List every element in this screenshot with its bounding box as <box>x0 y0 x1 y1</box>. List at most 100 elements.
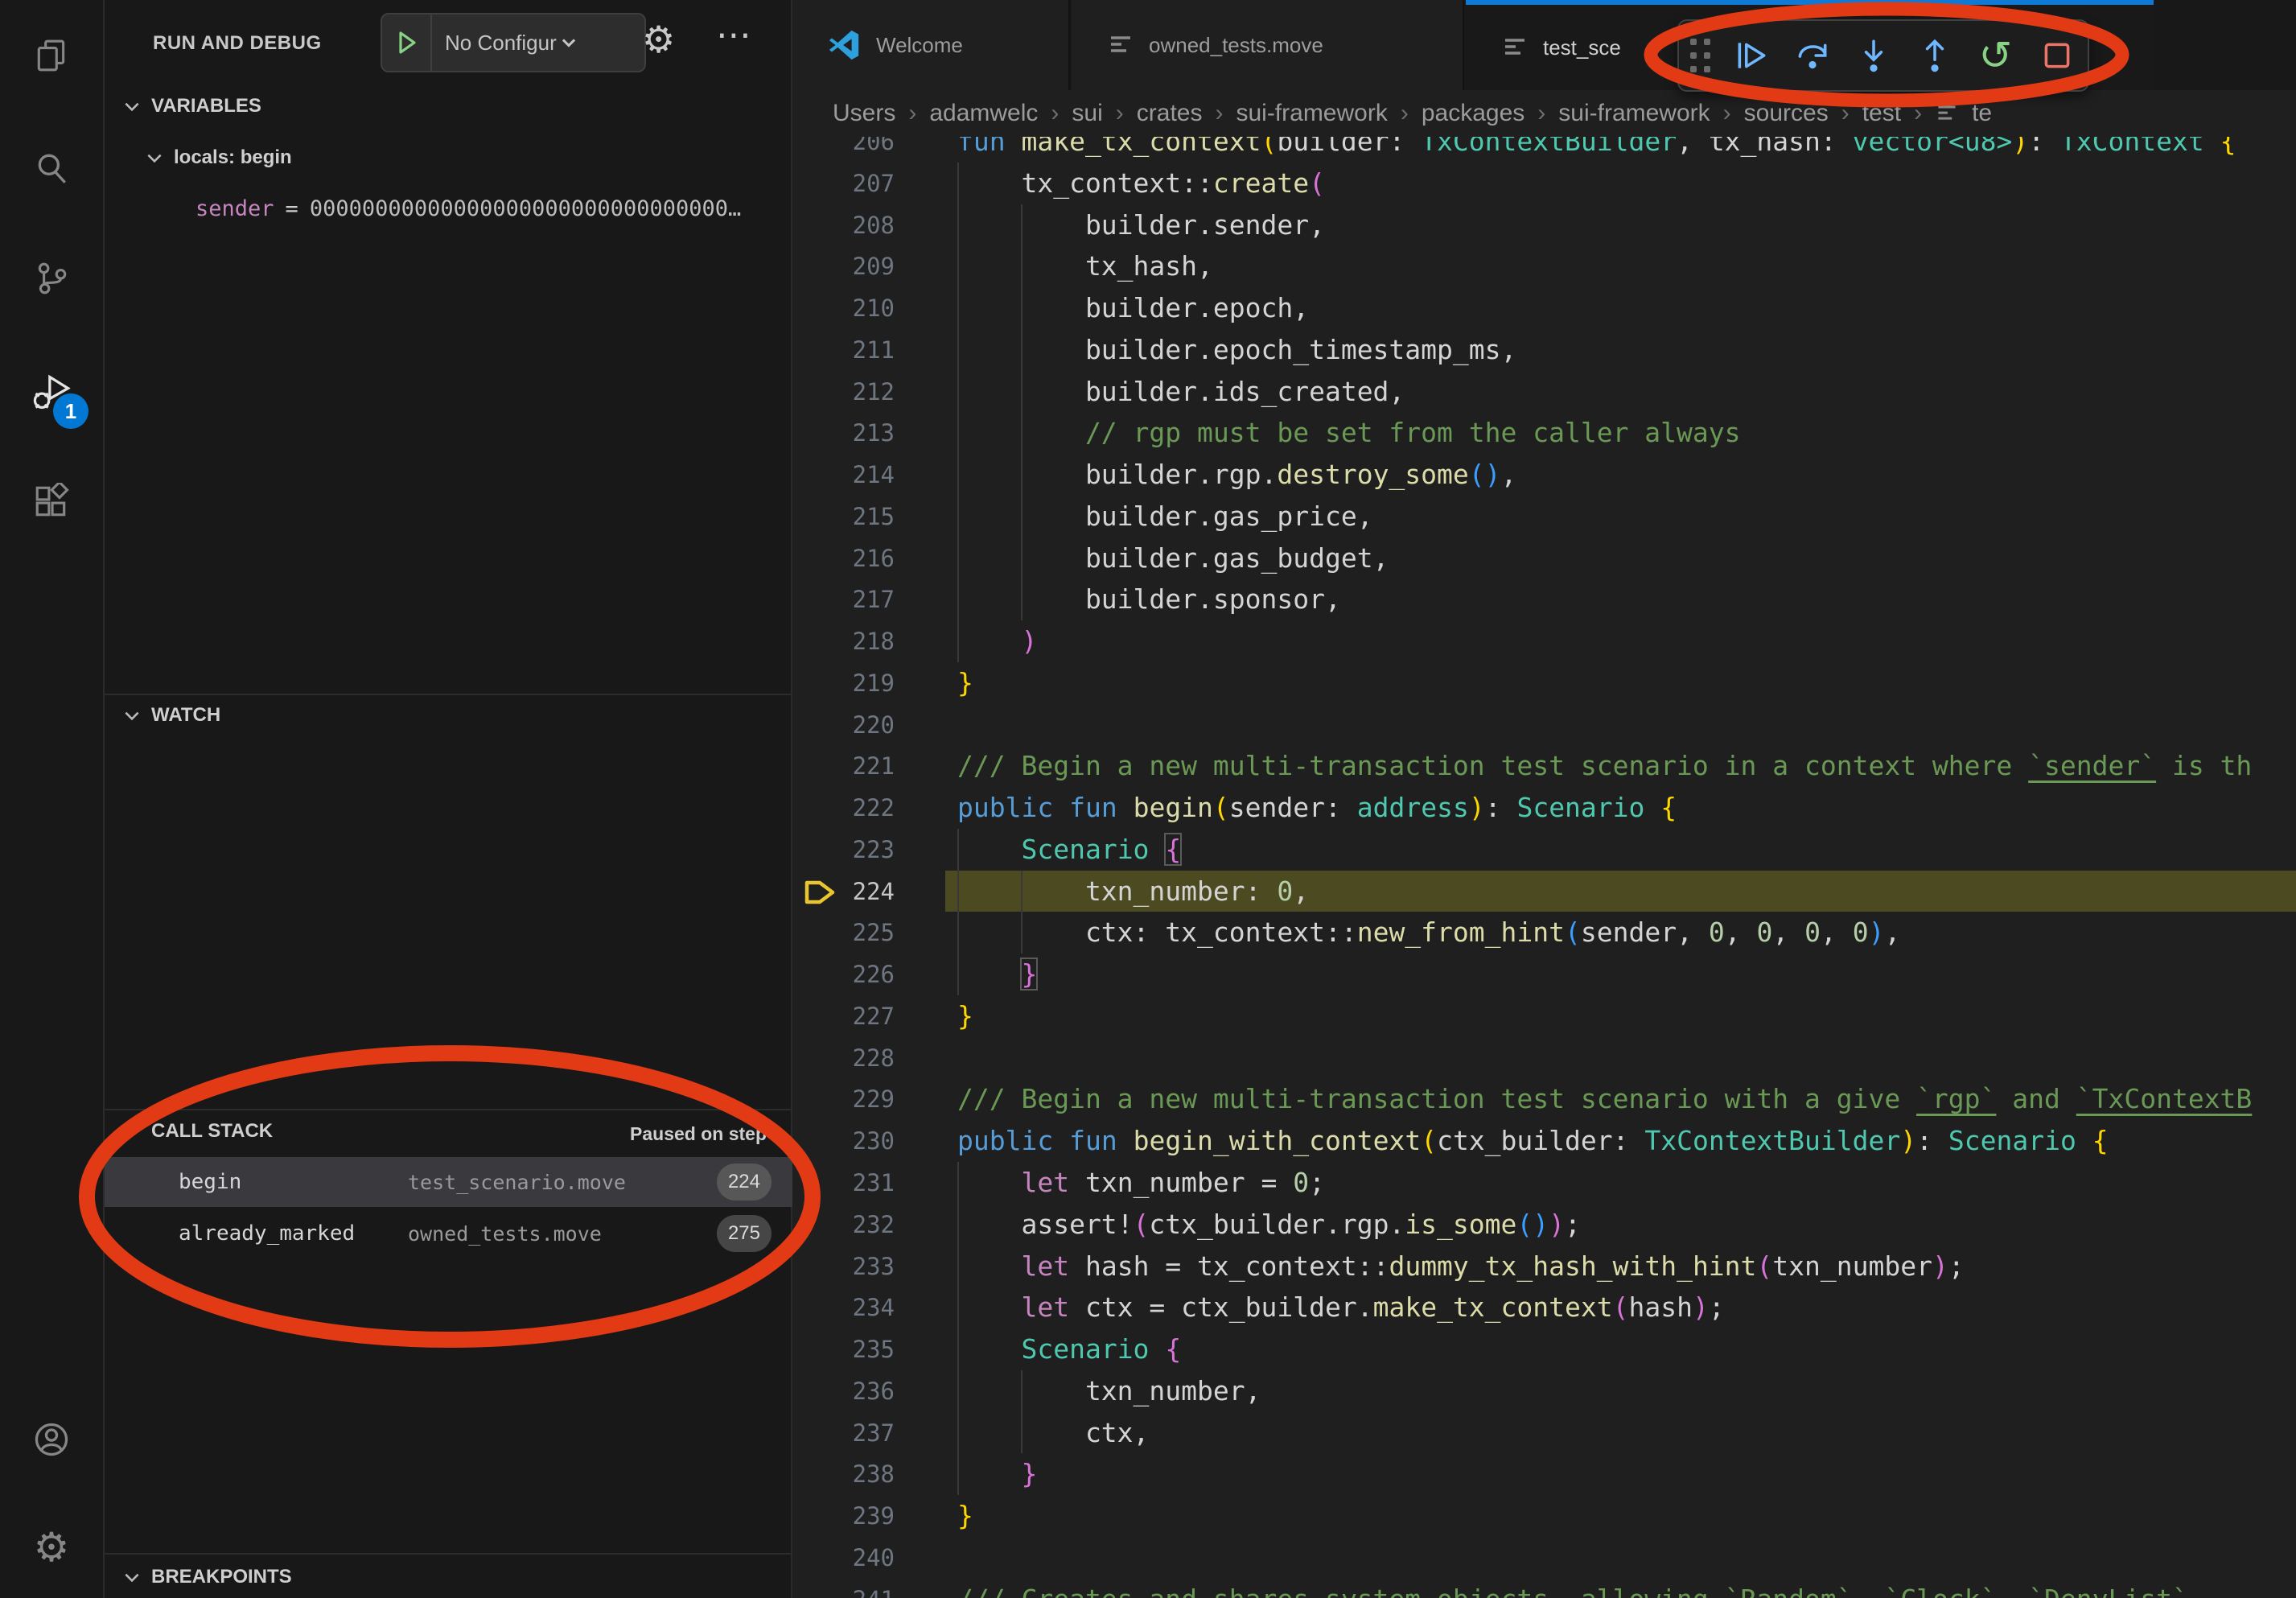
stop-button[interactable] <box>2029 27 2085 84</box>
code-line[interactable]: 232 assert!(ctx_builder.rgp.is_some()); <box>792 1204 2296 1246</box>
line-number[interactable]: 207 <box>792 163 895 204</box>
line-number[interactable]: 226 <box>792 953 895 995</box>
breadcrumb-item[interactable]: sui-framework <box>1558 100 1710 127</box>
breadcrumb-item[interactable]: packages <box>1422 100 1524 127</box>
debug-settings-gear-icon[interactable]: ⚙ <box>642 21 675 58</box>
line-number[interactable]: 212 <box>792 371 895 413</box>
line-number[interactable]: 210 <box>792 287 895 329</box>
line-number[interactable]: 233 <box>792 1246 895 1287</box>
line-number[interactable]: 223 <box>792 829 895 871</box>
line-number[interactable]: 228 <box>792 1037 895 1079</box>
section-header-breakpoints[interactable]: BREAKPOINTS <box>122 1566 292 1588</box>
source-control-icon[interactable] <box>33 260 70 297</box>
account-icon[interactable] <box>32 1420 71 1459</box>
line-number[interactable]: 239 <box>792 1495 895 1537</box>
section-header-variables[interactable]: VARIABLES <box>122 95 261 117</box>
breadcrumb-item[interactable]: crates <box>1137 100 1203 127</box>
code-line[interactable]: 237 ctx, <box>792 1412 2296 1454</box>
line-number[interactable]: 224 <box>792 871 895 912</box>
line-number[interactable]: 213 <box>792 412 895 454</box>
breadcrumb-item[interactable]: sources <box>1744 100 1829 127</box>
line-number[interactable]: 227 <box>792 995 895 1037</box>
code-line[interactable]: 236 txn_number, <box>792 1370 2296 1412</box>
code-line[interactable]: 228 <box>792 1037 2296 1079</box>
code-line[interactable]: 220 <box>792 704 2296 746</box>
section-header-watch[interactable]: WATCH <box>122 704 220 727</box>
start-debug-icon[interactable] <box>382 14 432 71</box>
line-number[interactable]: 219 <box>792 662 895 704</box>
editor-code-area[interactable]: 206fun make_tx_context(builder: TxContex… <box>792 0 2296 1598</box>
line-number[interactable]: 215 <box>792 496 895 537</box>
line-number[interactable]: 234 <box>792 1287 895 1328</box>
stack-frame-row[interactable]: begin test_scenario.move 224 <box>105 1157 792 1207</box>
code-line[interactable]: 216 builder.gas_budget, <box>792 537 2296 579</box>
step-over-button[interactable] <box>1784 27 1841 84</box>
code-line[interactable]: 218 ) <box>792 620 2296 662</box>
code-line[interactable]: 213 // rgp must be set from the caller a… <box>792 412 2296 454</box>
code-line[interactable]: 225 ctx: tx_context::new_from_hint(sende… <box>792 912 2296 953</box>
line-number[interactable]: 209 <box>792 245 895 287</box>
line-number[interactable]: 229 <box>792 1078 895 1120</box>
line-number[interactable]: 222 <box>792 787 895 829</box>
variable-row[interactable]: sender = 0000000000000000000000000000000… <box>195 196 791 221</box>
code-line[interactable]: 207 tx_context::create( <box>792 163 2296 204</box>
code-line[interactable]: 226 } <box>792 953 2296 995</box>
code-line[interactable]: 239} <box>792 1495 2296 1537</box>
code-line[interactable]: 231 let txn_number = 0; <box>792 1162 2296 1204</box>
code-line[interactable]: 219} <box>792 662 2296 704</box>
restart-button[interactable]: ↺ <box>1968 27 2024 84</box>
section-header-call-stack[interactable]: CALL STACK <box>122 1120 273 1143</box>
breadcrumb-item[interactable]: te <box>1972 100 1992 127</box>
breadcrumb-item[interactable]: sui-framework <box>1236 100 1387 127</box>
code-line[interactable]: 212 builder.ids_created, <box>792 371 2296 413</box>
code-line[interactable]: 214 builder.rgp.destroy_some(), <box>792 454 2296 496</box>
search-icon[interactable] <box>33 150 70 187</box>
explorer-icon[interactable] <box>33 37 70 74</box>
code-line[interactable]: 211 builder.epoch_timestamp_ms, <box>792 329 2296 371</box>
line-number[interactable]: 238 <box>792 1453 895 1495</box>
code-line[interactable]: 229/// Begin a new multi-transaction tes… <box>792 1078 2296 1120</box>
continue-button[interactable] <box>1723 27 1780 84</box>
code-line[interactable]: 215 builder.gas_price, <box>792 496 2296 537</box>
line-number[interactable]: 221 <box>792 745 895 787</box>
line-number[interactable]: 216 <box>792 537 895 579</box>
extensions-icon[interactable] <box>33 483 70 520</box>
breadcrumb-item[interactable]: sui <box>1072 100 1102 127</box>
line-number[interactable]: 220 <box>792 704 895 746</box>
code-line[interactable]: 208 builder.sender, <box>792 204 2296 246</box>
line-number[interactable]: 225 <box>792 912 895 953</box>
line-number[interactable]: 218 <box>792 620 895 662</box>
breadcrumb-item[interactable]: adamwelc <box>929 100 1038 127</box>
code-line[interactable]: 238 } <box>792 1453 2296 1495</box>
line-number[interactable]: 232 <box>792 1204 895 1246</box>
breadcrumb-item[interactable]: Users <box>833 100 895 127</box>
breadcrumb-item[interactable]: test <box>1862 100 1901 127</box>
code-line[interactable]: 210 builder.epoch, <box>792 287 2296 329</box>
code-line[interactable]: 209 tx_hash, <box>792 245 2296 287</box>
line-number[interactable]: 236 <box>792 1370 895 1412</box>
code-line[interactable]: 230public fun begin_with_context(ctx_bui… <box>792 1120 2296 1162</box>
step-out-button[interactable] <box>1907 27 1963 84</box>
line-number[interactable]: 230 <box>792 1120 895 1162</box>
line-number[interactable]: 237 <box>792 1412 895 1454</box>
code-line[interactable]: 235 Scenario { <box>792 1328 2296 1370</box>
code-line[interactable]: 227} <box>792 995 2296 1037</box>
line-number[interactable]: 211 <box>792 329 895 371</box>
code-line[interactable]: 222public fun begin(sender: address): Sc… <box>792 787 2296 829</box>
line-number[interactable]: 231 <box>792 1162 895 1204</box>
code-line[interactable]: 217 builder.sponsor, <box>792 579 2296 620</box>
stack-frame-row[interactable]: already_marked owned_tests.move 275 <box>105 1209 792 1258</box>
variables-scope-row[interactable]: locals: begin <box>145 146 292 169</box>
code-line[interactable]: 234 let ctx = ctx_builder.make_tx_contex… <box>792 1287 2296 1328</box>
code-line[interactable]: 223 Scenario { <box>792 829 2296 871</box>
line-number[interactable]: 217 <box>792 579 895 620</box>
views-more-actions-icon[interactable]: ⋯ <box>716 14 751 56</box>
code-line[interactable]: 240 <box>792 1537 2296 1579</box>
code-line[interactable]: 241/// Creates and shares system objects… <box>792 1579 2296 1598</box>
code-line[interactable]: 221/// Begin a new multi-transaction tes… <box>792 745 2296 787</box>
line-number[interactable]: 208 <box>792 204 895 246</box>
line-number[interactable]: 240 <box>792 1537 895 1579</box>
toolbar-drag-gripper[interactable] <box>1690 39 1710 72</box>
code-line[interactable]: 224 txn_number: 0, <box>792 871 2296 912</box>
run-configuration-dropdown[interactable]: No Configur <box>381 13 646 72</box>
